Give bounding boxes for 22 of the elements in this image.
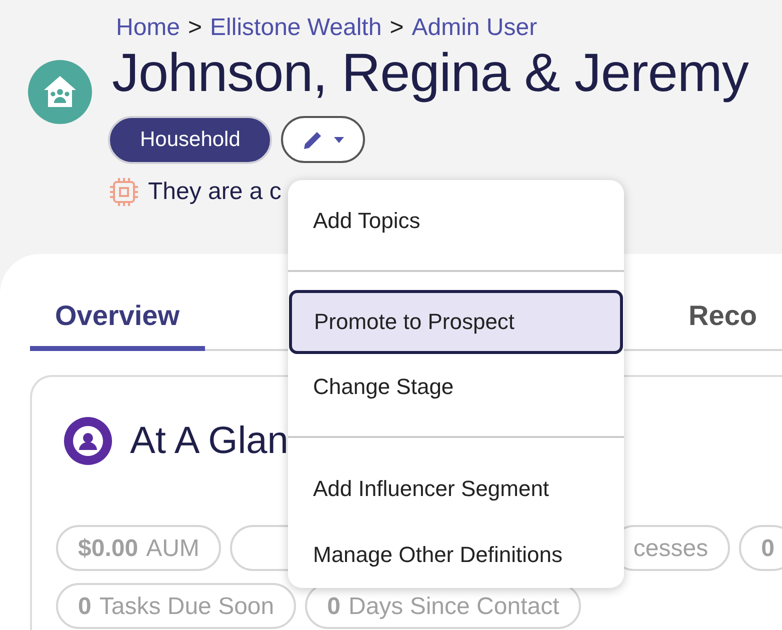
type-badge: Household — [108, 116, 272, 164]
edit-menu-button[interactable] — [281, 116, 366, 163]
tab[interactable]: Overview — [30, 290, 205, 351]
description-text: They are a c — [148, 178, 282, 206]
tab[interactable]: Reco — [664, 290, 782, 351]
breadcrumb-link[interactable]: Admin User — [412, 14, 538, 42]
stat-chip: 0 — [739, 525, 782, 571]
stat-chip: 0 Tasks Due Soon — [56, 583, 296, 629]
menu-item[interactable]: Add Topics — [289, 188, 623, 254]
breadcrumb-separator: > — [390, 14, 404, 42]
stat-chip: $0.00 AUM — [56, 525, 222, 571]
chip-icon — [108, 176, 140, 208]
card-title: At A Glan — [130, 420, 288, 462]
menu-item[interactable]: Change Stage — [289, 354, 623, 420]
caret-icon — [333, 136, 346, 144]
page-title: Johnson, Regina & Jeremy — [112, 42, 748, 104]
breadcrumb-link[interactable]: Home — [116, 14, 180, 42]
breadcrumb-separator: > — [188, 14, 202, 42]
breadcrumb-link[interactable]: Ellistone Wealth — [210, 14, 382, 42]
person-badge-icon — [64, 417, 112, 465]
menu-item[interactable]: Promote to Prospect — [289, 290, 623, 354]
menu-item[interactable]: Add Influencer Segment — [289, 456, 623, 522]
